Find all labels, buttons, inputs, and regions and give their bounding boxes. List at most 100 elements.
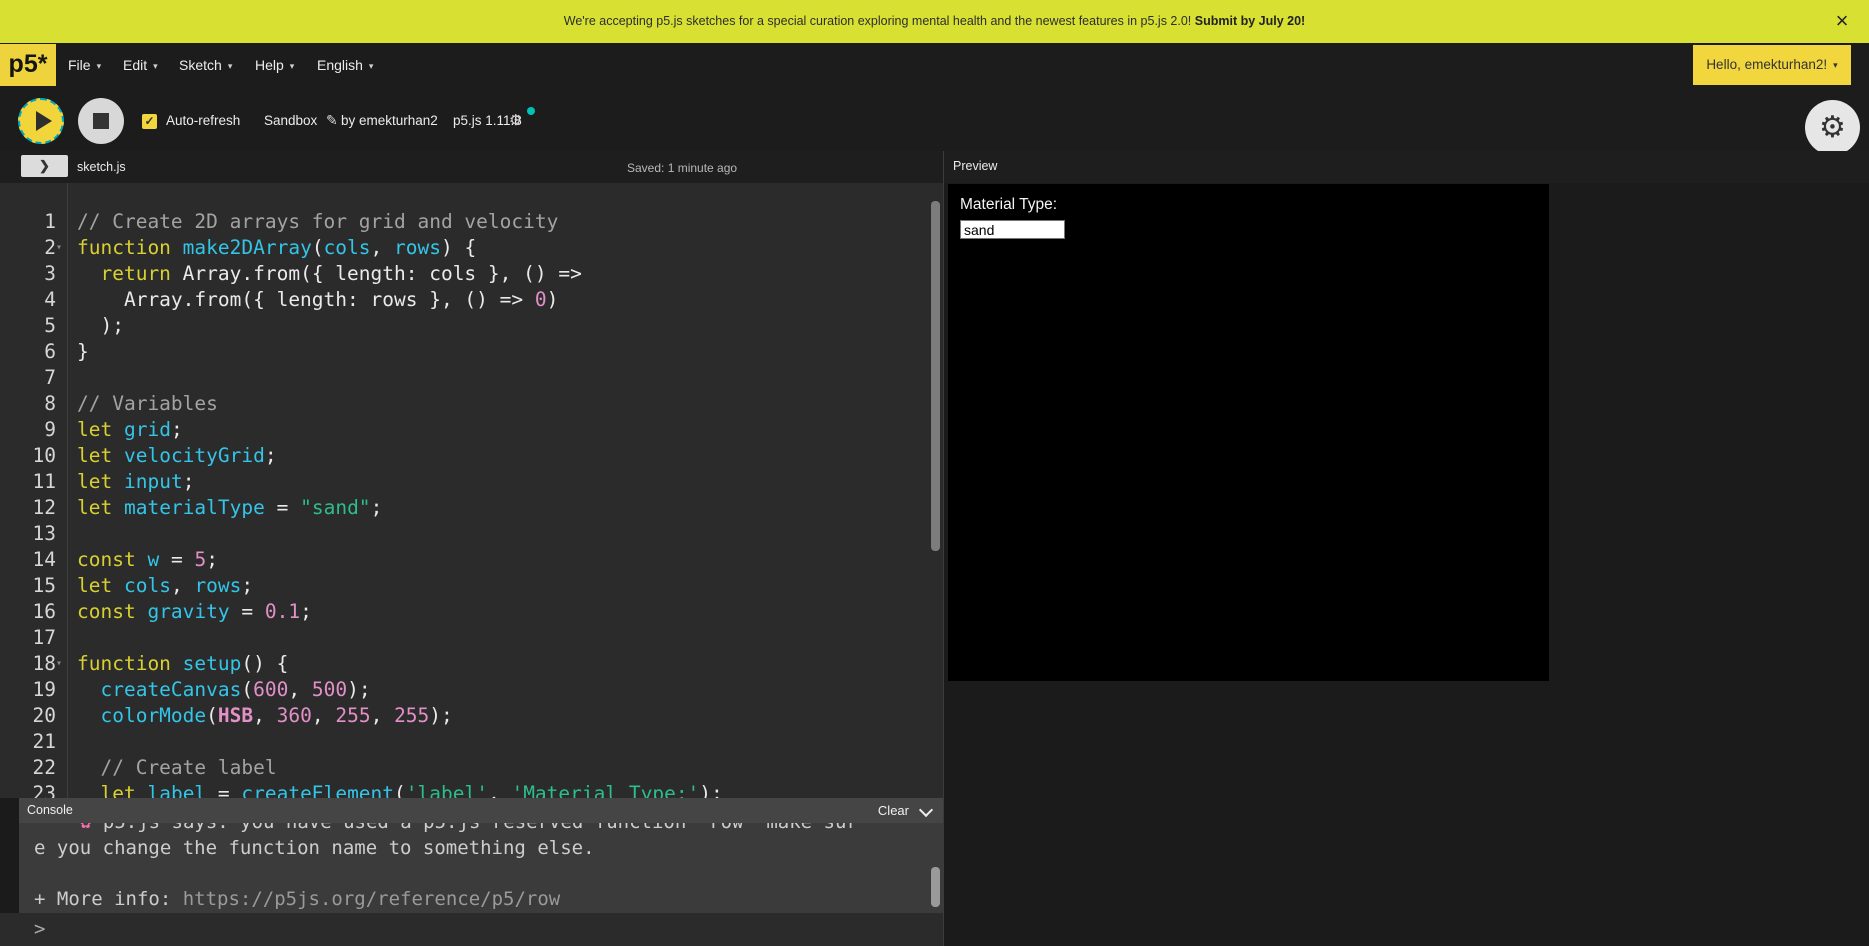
- code-text: const gravity = 0.1;: [77, 599, 312, 625]
- console-input-row[interactable]: >: [0, 913, 943, 946]
- material-type-input[interactable]: [960, 220, 1065, 239]
- code-line[interactable]: 3 return Array.from({ length: cols }, ()…: [0, 261, 943, 287]
- material-type-label: Material Type:: [960, 196, 1057, 214]
- menu-file[interactable]: File▾: [68, 43, 101, 87]
- menu-help[interactable]: Help▾: [255, 43, 294, 87]
- stop-button[interactable]: [78, 98, 124, 144]
- close-icon[interactable]: ×: [1827, 0, 1857, 43]
- console-message-line: ✿ p5.js says: you have used a p5.js rese…: [19, 823, 943, 836]
- code-line[interactable]: 5 );: [0, 313, 943, 339]
- flower-icon: ✿: [80, 823, 91, 833]
- tab-bar: [0, 151, 1869, 184]
- caret-down-icon: ▾: [228, 61, 233, 71]
- code-line[interactable]: 12let materialType = "sand";: [0, 495, 943, 521]
- code-text: let input;: [77, 469, 194, 495]
- code-line[interactable]: 22 // Create label: [0, 755, 943, 781]
- play-button[interactable]: [18, 98, 64, 144]
- code-line[interactable]: 6}: [0, 339, 943, 365]
- caret-down-icon: ▾: [1833, 60, 1838, 70]
- line-number: 18: [0, 651, 56, 677]
- line-number: 9: [0, 417, 56, 443]
- code-text: // Variables: [77, 391, 218, 417]
- code-text: let cols, rows;: [77, 573, 253, 599]
- banner-cta[interactable]: Submit by July 20!: [1195, 14, 1305, 28]
- code-line[interactable]: 23 let label = createElement('label', 'M…: [0, 781, 943, 798]
- line-number: 5: [0, 313, 56, 339]
- menu-sketch[interactable]: Sketch▾: [179, 43, 232, 87]
- code-text: function make2DArray(cols, rows) {: [77, 235, 476, 261]
- autorefresh-label[interactable]: Auto-refresh: [166, 113, 240, 129]
- caret-down-icon: ▾: [290, 61, 295, 71]
- preview-pane: Material Type:: [944, 183, 1869, 946]
- caret-down-icon: ▾: [369, 61, 374, 71]
- code-line[interactable]: 2▾function make2DArray(cols, rows) {: [0, 235, 943, 261]
- fold-arrow-icon[interactable]: ▾: [56, 235, 62, 261]
- caret-down-icon: ▾: [153, 61, 158, 71]
- version-gear-icon[interactable]: ⚙: [509, 111, 522, 129]
- p5js-web-editor: We're accepting p5.js sketches for a spe…: [0, 0, 1869, 946]
- code-line[interactable]: 19 createCanvas(600, 500);: [0, 677, 943, 703]
- reference-url[interactable]: https://p5js.org/reference/p5/row: [183, 888, 561, 910]
- tab-sketch-js[interactable]: sketch.js: [77, 159, 126, 175]
- code-line[interactable]: 13: [0, 521, 943, 547]
- sketch-byline: by emekturhan2: [341, 113, 438, 129]
- play-icon: [36, 111, 52, 131]
- menu-edit[interactable]: Edit▾: [123, 43, 158, 87]
- code-line[interactable]: 15let cols, rows;: [0, 573, 943, 599]
- version-status-dot: [527, 107, 535, 115]
- code-line[interactable]: 1 // Create 2D arrays for grid and veloci…: [0, 209, 943, 235]
- line-number: 1: [0, 209, 56, 235]
- caret-down-icon: ▾: [97, 61, 102, 71]
- code-text: }: [77, 339, 89, 365]
- console-message-line: [19, 861, 943, 887]
- code-line[interactable]: 18▾function setup() {: [0, 651, 943, 677]
- code-text: let grid;: [77, 417, 183, 443]
- code-line[interactable]: 4 Array.from({ length: rows }, () => 0): [0, 287, 943, 313]
- code-text: createCanvas(600, 500);: [77, 677, 371, 703]
- console-collapse-icon[interactable]: [919, 803, 933, 817]
- code-line[interactable]: 14const w = 5;: [0, 547, 943, 573]
- console-clear-button[interactable]: Clear: [878, 798, 909, 823]
- code-line[interactable]: 9 let grid;: [0, 417, 943, 443]
- sketch-canvas[interactable]: Material Type:: [948, 184, 1549, 681]
- code-line[interactable]: 10 let velocityGrid;: [0, 443, 943, 469]
- line-number: 22: [0, 755, 56, 781]
- line-number: 3: [0, 261, 56, 287]
- code-line[interactable]: 20 colorMode(HSB, 360, 255, 255);: [0, 703, 943, 729]
- saved-status: Saved: 1 minute ago: [627, 161, 737, 175]
- code-line[interactable]: 7: [0, 365, 943, 391]
- p5-logo[interactable]: p5*: [0, 44, 56, 86]
- sketch-name[interactable]: Sandbox: [264, 113, 317, 129]
- sidebar-collapse-button[interactable]: ❯: [21, 155, 68, 177]
- code-editor[interactable]: 1 // Create 2D arrays for grid and veloci…: [0, 183, 943, 798]
- fold-arrow-icon[interactable]: ▾: [56, 651, 62, 677]
- code-line[interactable]: 8// Variables: [0, 391, 943, 417]
- line-number: 7: [0, 365, 56, 391]
- console-output: ✿ p5.js says: you have used a p5.js rese…: [19, 823, 943, 913]
- menu-language[interactable]: English▾: [317, 43, 373, 87]
- code-text: // Create 2D arrays for grid and velocit…: [77, 209, 558, 235]
- line-number: 21: [0, 729, 56, 755]
- code-text: );: [77, 313, 124, 339]
- editor-scrollbar[interactable]: [931, 201, 940, 551]
- console-scrollbar[interactable]: [931, 867, 940, 907]
- preferences-gear-icon[interactable]: ⚙: [1805, 100, 1860, 155]
- code-line[interactable]: 16 const gravity = 0.1;: [0, 599, 943, 625]
- console-prompt-chevron: >: [34, 913, 45, 946]
- banner-text: We're accepting p5.js sketches for a spe…: [564, 14, 1192, 28]
- code-text: let velocityGrid;: [77, 443, 277, 469]
- edit-name-pencil-icon[interactable]: ✎: [326, 112, 338, 129]
- code-line[interactable]: 21: [0, 729, 943, 755]
- code-text: colorMode(HSB, 360, 255, 255);: [77, 703, 453, 729]
- account-menu-button[interactable]: Hello, emekturhan2!▾: [1693, 45, 1851, 85]
- code-line[interactable]: 17: [0, 625, 943, 651]
- code-text: Array.from({ length: rows }, () => 0): [77, 287, 558, 313]
- code-text: // Create label: [77, 755, 277, 781]
- line-number: 10: [0, 443, 56, 469]
- line-number: 16: [0, 599, 56, 625]
- line-number: 20: [0, 703, 56, 729]
- console-message-line: + More info: https://p5js.org/reference/…: [19, 887, 943, 913]
- code-text: return Array.from({ length: cols }, () =…: [77, 261, 582, 287]
- autorefresh-checkbox[interactable]: ✓: [142, 114, 157, 129]
- code-line[interactable]: 11let input;: [0, 469, 943, 495]
